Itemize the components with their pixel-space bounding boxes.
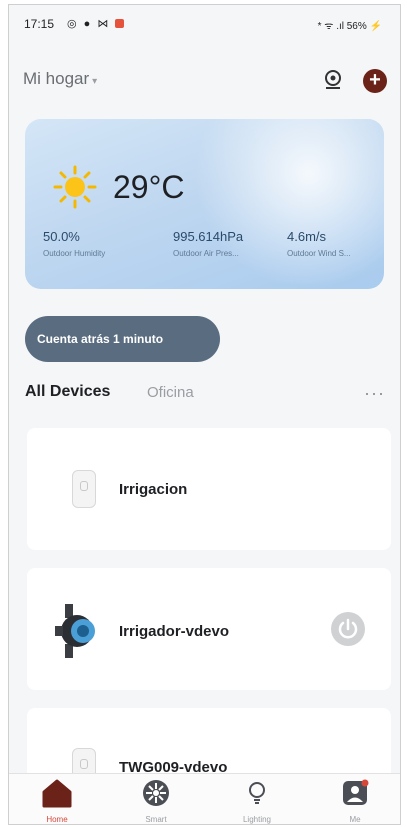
- more-options-button[interactable]: ···: [364, 383, 385, 404]
- wind-value: 4.6m/s: [287, 229, 327, 244]
- pressure-stat: 995.614hPa Outdoor Air Pres...: [173, 229, 243, 258]
- nav-label: Lighting: [242, 815, 272, 824]
- device-card-irrigador-vdevo[interactable]: Irrigador-vdevo: [27, 568, 391, 690]
- wind-stat: 4.6m/s Outdoor Wind S...: [287, 229, 351, 258]
- camera-icon[interactable]: [322, 69, 344, 91]
- home-selector[interactable]: Mi hogar ▾: [23, 69, 97, 89]
- status-bar: 17:15 ◎ ● ⋈ * ᯤ .ıl 56% ⚡: [9, 5, 400, 43]
- status-right: * ᯤ .ıl 56% ⚡: [317, 21, 382, 32]
- temperature: 29°C: [113, 169, 185, 205]
- countdown-scene-button[interactable]: Cuenta atrás 1 minuto: [25, 316, 220, 362]
- add-device-button[interactable]: +: [363, 69, 387, 93]
- weather-glow: [194, 119, 384, 289]
- device-name: Irrigador-vdevo: [119, 623, 230, 640]
- home-icon: [42, 779, 72, 808]
- nav-me[interactable]: Me: [323, 778, 387, 824]
- nav-lighting[interactable]: Lighting: [225, 778, 289, 824]
- nav-label: Me: [349, 815, 361, 824]
- profile-icon: [343, 779, 369, 805]
- humidity-stat: 50.0% Outdoor Humidity: [43, 229, 105, 258]
- humidity-label: Outdoor Humidity: [43, 249, 106, 258]
- notification-icons: ◎ ● ⋈: [67, 17, 125, 30]
- water-valve-icon: [55, 604, 95, 658]
- power-button[interactable]: [331, 612, 365, 646]
- tab-all-devices[interactable]: All Devices: [25, 383, 110, 401]
- bottom-navigation: Home Smart Lighting Me: [9, 773, 400, 824]
- status-time: 17:15: [24, 17, 55, 31]
- pressure-label: Outdoor Air Pres...: [173, 249, 239, 258]
- tab-oficina[interactable]: Oficina: [147, 384, 194, 401]
- pressure-value: 995.614hPa: [173, 229, 244, 244]
- app-screen: 17:15 ◎ ● ⋈ * ᯤ .ıl 56% ⚡ Mi hogar ▾ + 2…: [8, 4, 401, 825]
- nav-label: Smart: [145, 815, 167, 824]
- home-name: Mi hogar: [23, 69, 90, 88]
- power-icon: [338, 618, 358, 639]
- device-name: Irrigacion: [119, 481, 188, 498]
- humidity-value: 50.0%: [43, 229, 80, 244]
- bulb-icon: [249, 782, 265, 804]
- nav-home[interactable]: Home: [25, 778, 89, 824]
- sun-icon: [53, 165, 97, 209]
- wind-label: Outdoor Wind S...: [287, 249, 351, 258]
- nav-smart[interactable]: Smart: [124, 778, 188, 824]
- weather-card[interactable]: 29°C 50.0% Outdoor Humidity 995.614hPa O…: [25, 119, 384, 289]
- nav-label: Home: [46, 815, 68, 824]
- device-card-irrigacion[interactable]: Irrigacion: [27, 428, 391, 550]
- plug-device-icon: [72, 470, 96, 508]
- caret-down-icon: ▾: [92, 76, 98, 87]
- smart-icon: [143, 780, 169, 806]
- app-notification-icon: [115, 19, 125, 28]
